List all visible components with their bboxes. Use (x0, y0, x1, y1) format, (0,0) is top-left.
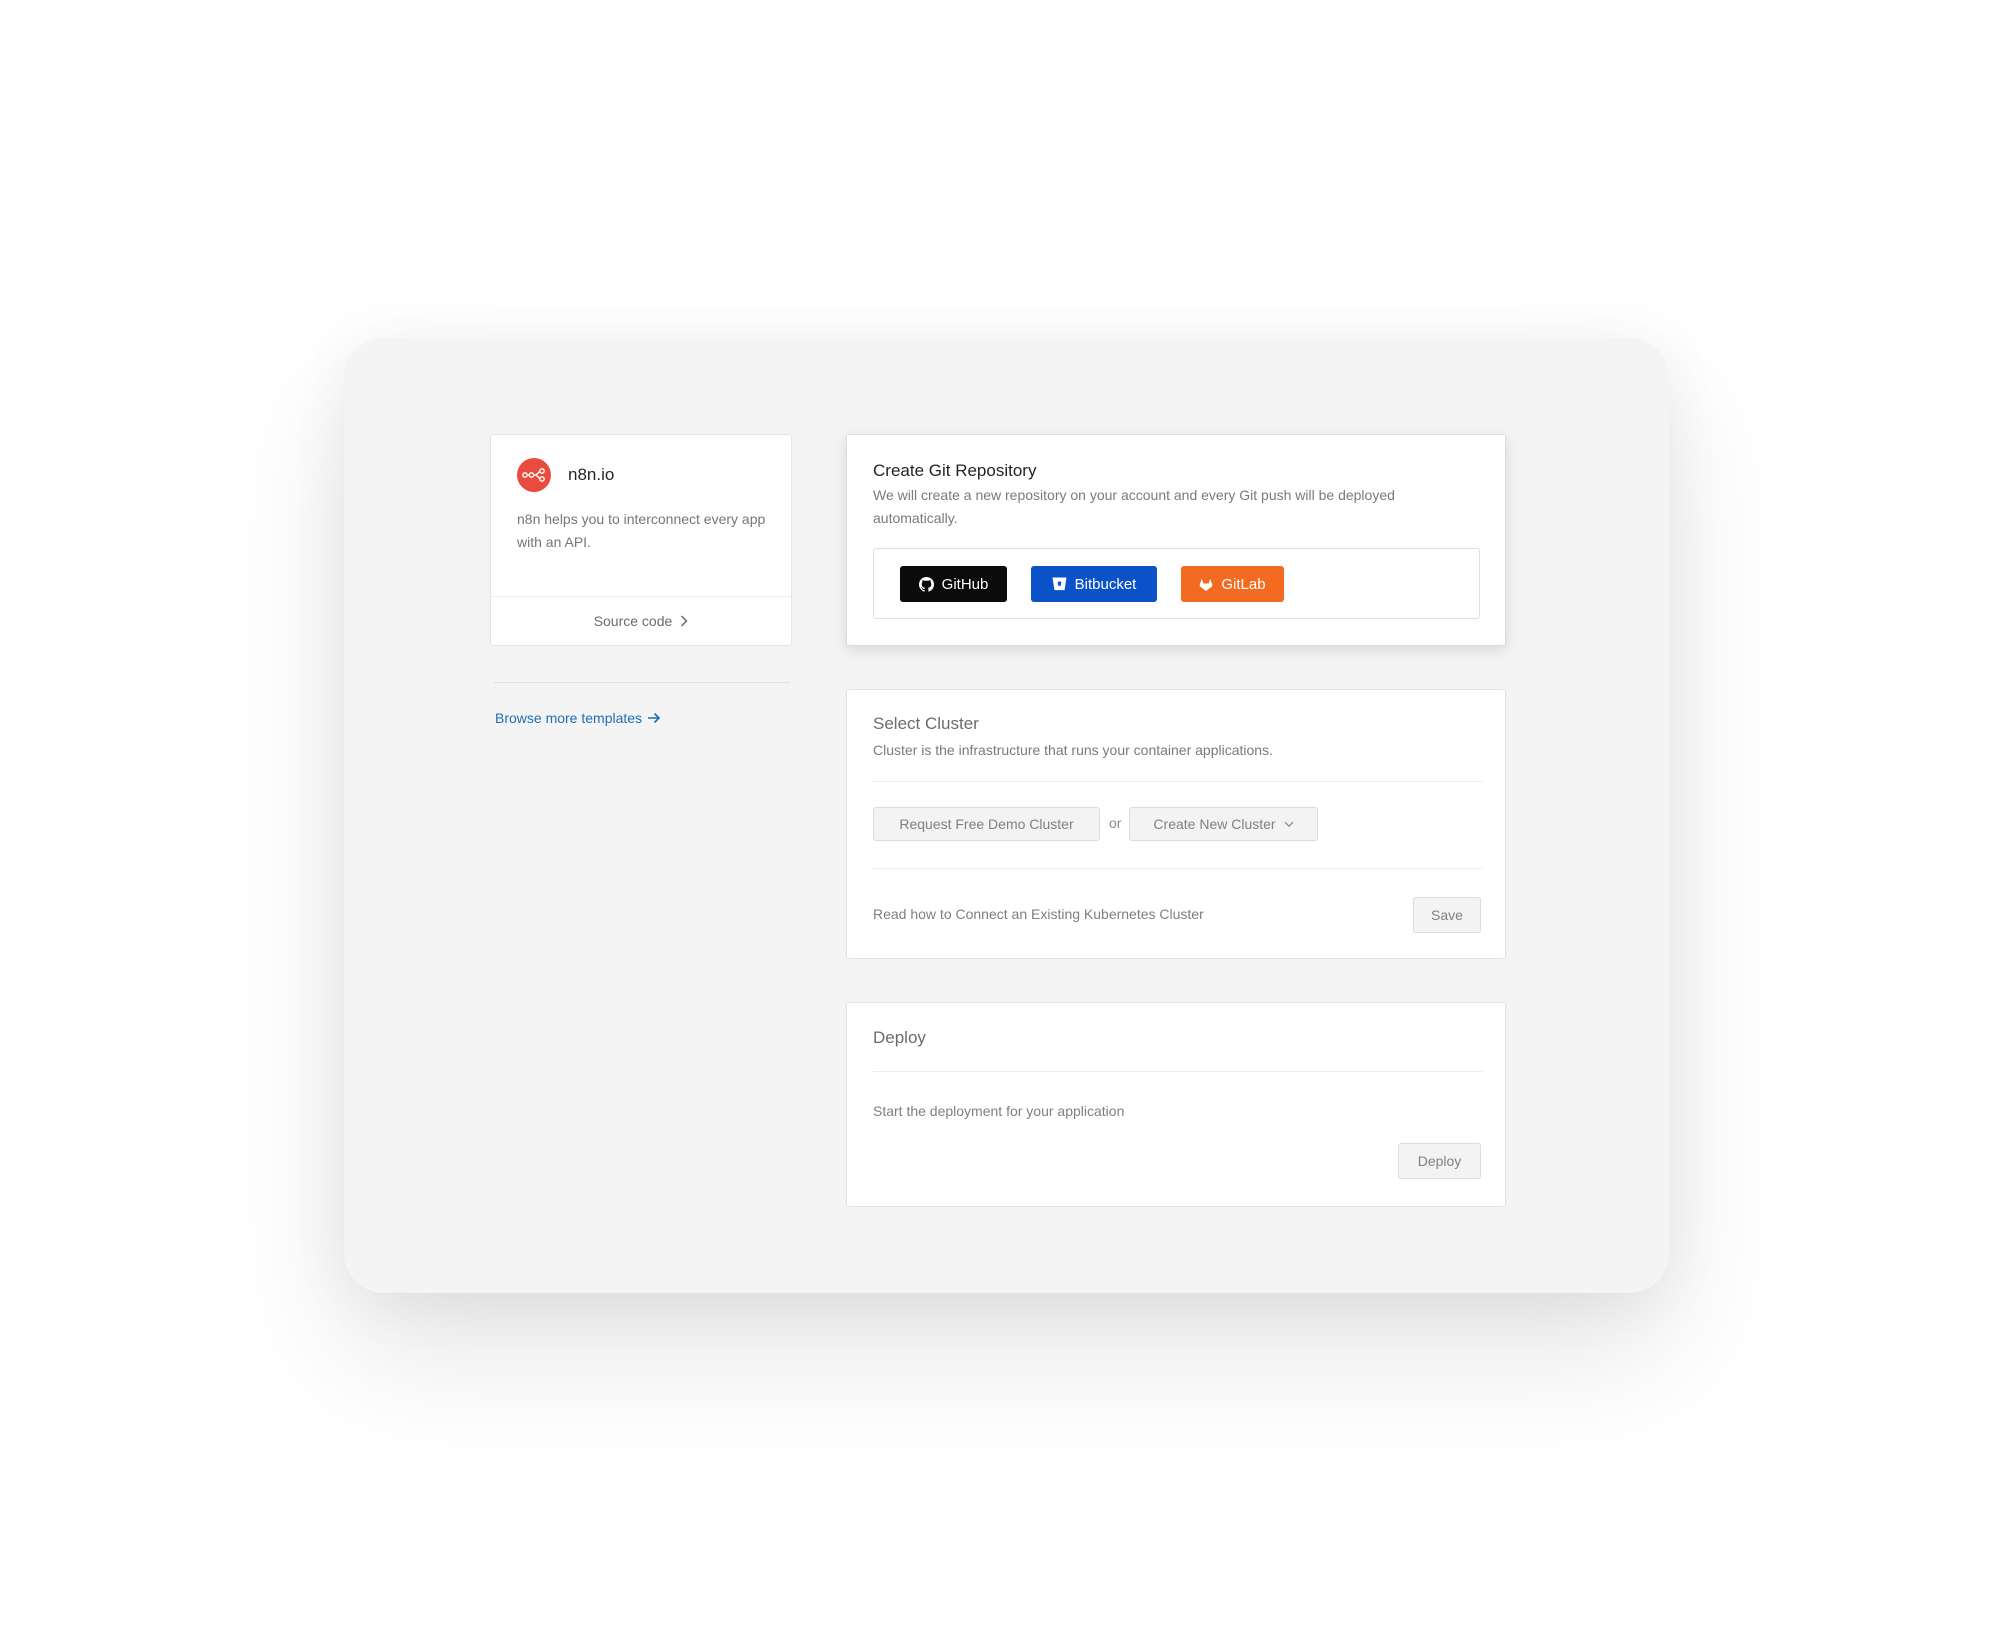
source-code-link[interactable]: Source code (491, 596, 791, 645)
create-new-cluster-label: Create New Cluster (1153, 816, 1276, 832)
git-card-subtitle: We will create a new repository on your … (873, 487, 1395, 526)
cluster-divider-top (873, 781, 1483, 782)
save-label: Save (1431, 907, 1463, 923)
deploy-card: Deploy Start the deployment for your app… (846, 1002, 1506, 1207)
github-label: GitHub (941, 575, 989, 593)
github-icon (918, 576, 934, 592)
arrow-right-icon (648, 712, 661, 724)
template-description: n8n helps you to interconnect every app … (517, 511, 766, 550)
gitlab-icon (1199, 578, 1213, 591)
template-header: n8n.io (517, 458, 614, 492)
deploy-card-title: Deploy (873, 1028, 926, 1047)
or-label: or (1109, 815, 1122, 831)
request-demo-cluster-button[interactable]: Request Free Demo Cluster (873, 807, 1100, 841)
bitbucket-icon (1052, 577, 1067, 591)
bitbucket-button[interactable]: Bitbucket (1031, 566, 1157, 602)
select-cluster-card: Select Cluster Cluster is the infrastruc… (846, 689, 1506, 959)
chevron-down-icon (1284, 821, 1294, 827)
connect-existing-cluster-link[interactable]: Read how to Connect an Existing Kubernet… (873, 906, 1204, 922)
deploy-divider (873, 1071, 1483, 1072)
chevron-right-icon (681, 615, 688, 627)
browse-templates-label: Browse more templates (495, 710, 643, 726)
git-provider-box: GitHub Bitbucket GitLab (873, 548, 1480, 619)
cluster-card-title: Select Cluster (873, 714, 979, 733)
gitlab-label: GitLab (1221, 575, 1266, 593)
save-button[interactable]: Save (1413, 897, 1481, 933)
n8n-logo-icon (517, 458, 551, 492)
template-title: n8n.io (568, 465, 615, 484)
request-demo-cluster-label: Request Free Demo Cluster (899, 816, 1074, 832)
cluster-card-subtitle: Cluster is the infrastructure that runs … (873, 742, 1273, 758)
deploy-description: Start the deployment for your applicatio… (873, 1103, 1125, 1119)
github-button[interactable]: GitHub (900, 566, 1007, 602)
bitbucket-label: Bitbucket (1074, 575, 1137, 593)
source-code-label: Source code (593, 613, 673, 629)
cluster-divider-bottom (873, 868, 1483, 869)
gitlab-button[interactable]: GitLab (1181, 566, 1284, 602)
deploy-button[interactable]: Deploy (1398, 1143, 1481, 1179)
template-card: n8n.io n8n helps you to interconnect eve… (490, 434, 792, 646)
create-new-cluster-dropdown[interactable]: Create New Cluster (1129, 807, 1318, 841)
deploy-label: Deploy (1417, 1153, 1462, 1169)
git-repository-card: Create Git Repository We will create a n… (846, 434, 1506, 646)
git-card-title: Create Git Repository (873, 461, 1037, 480)
left-divider (494, 682, 790, 683)
browse-templates-link[interactable]: Browse more templates (495, 710, 661, 726)
